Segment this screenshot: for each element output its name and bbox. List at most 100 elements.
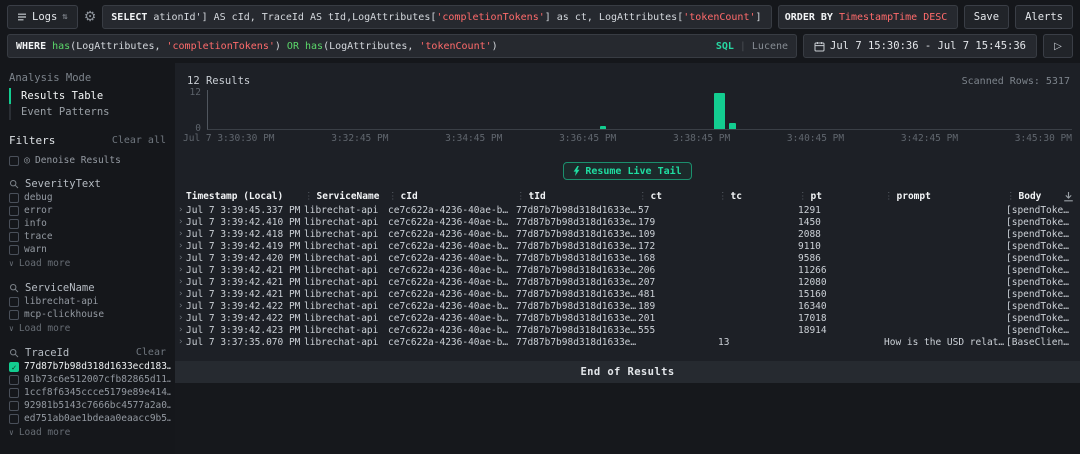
x-axis-tick-label: 3:45:30 PM	[1014, 133, 1072, 144]
checkbox[interactable]: ✓	[9, 361, 19, 372]
column-header-ct[interactable]: ⋮ ct	[638, 191, 718, 202]
lucene-mode-toggle[interactable]: Lucene	[752, 41, 788, 52]
table-row[interactable]: › Jul 7 3:39:42.420 PM librechat-api ce7c62…	[175, 252, 1080, 264]
row-expand-chevron[interactable]: ›	[175, 289, 186, 299]
load-more-link[interactable]: ∨ Load more	[0, 425, 175, 440]
checkbox[interactable]	[9, 387, 19, 398]
cell: Jul 7 3:39:42.421 PM	[186, 288, 301, 300]
row-expand-chevron[interactable]: ›	[175, 205, 186, 215]
row-expand-chevron[interactable]: ›	[175, 229, 186, 239]
analysis-mode-event-patterns[interactable]: Event Patterns	[9, 104, 175, 120]
download-icon[interactable]	[1063, 191, 1074, 202]
cell: librechat-api	[304, 288, 379, 300]
load-more-link[interactable]: ∨ Load more	[0, 321, 175, 336]
analysis-mode-results-table[interactable]: Results Table	[9, 88, 175, 104]
divider: |	[739, 40, 746, 52]
filter-option-label: 92981b5143c7666bc4577a2a0…	[24, 400, 171, 411]
order-by-input[interactable]: ORDER BY TimestampTime DESC	[777, 5, 958, 29]
checkbox[interactable]	[9, 309, 19, 320]
histogram-bar[interactable]	[600, 125, 607, 129]
row-expand-chevron[interactable]: ›	[175, 325, 186, 335]
column-header-pt[interactable]: ⋮ pt	[798, 191, 884, 202]
cell: How is the USD relat…	[884, 336, 1005, 348]
source-selector-button[interactable]: Logs ⇅	[7, 5, 78, 29]
filter-option[interactable]: error	[0, 204, 175, 217]
filter-option[interactable]: librechat-api	[0, 295, 175, 308]
table-row[interactable]: › Jul 7 3:39:45.337 PM librechat-api ce7c62…	[175, 204, 1080, 216]
sql-mode-toggle[interactable]: SQL	[716, 41, 734, 52]
row-expand-chevron[interactable]: ›	[175, 217, 186, 227]
cell: librechat-api	[304, 276, 379, 288]
table-row[interactable]: › Jul 7 3:39:42.419 PM librechat-api ce7c62…	[175, 240, 1080, 252]
cell: 57	[638, 204, 650, 216]
clear-all-filters-link[interactable]: Clear all	[112, 135, 166, 146]
table-row[interactable]: › Jul 7 3:39:42.410 PM librechat-api ce7c62…	[175, 216, 1080, 228]
checkbox[interactable]	[9, 231, 19, 242]
run-query-button[interactable]: ▷	[1043, 34, 1073, 58]
clear-filter-link[interactable]: Clear	[136, 347, 166, 358]
denoise-results-toggle[interactable]: ◎ Denoise Results	[0, 154, 175, 167]
table-row[interactable]: › Jul 7 3:39:42.418 PM librechat-api ce7c62…	[175, 228, 1080, 240]
chevron-down-icon: ∨	[9, 428, 14, 437]
resume-live-tail-button[interactable]: Resume Live Tail	[563, 162, 692, 180]
table-row[interactable]: › Jul 7 3:39:42.423 PM librechat-api ce7c62…	[175, 324, 1080, 336]
save-button[interactable]: Save	[963, 5, 1010, 29]
checkbox[interactable]	[9, 205, 19, 216]
cell: Jul 7 3:37:35.070 PM	[186, 336, 301, 348]
filter-option-label: error	[24, 205, 53, 216]
checkbox[interactable]	[9, 155, 19, 166]
column-header-timestamp-local-[interactable]: Timestamp (Local)	[186, 191, 304, 202]
filter-option[interactable]: warn	[0, 243, 175, 256]
checkbox[interactable]	[9, 374, 19, 385]
row-expand-chevron[interactable]: ›	[175, 253, 186, 263]
where-clause-input[interactable]: WHERE has(LogAttributes, 'completionToke…	[7, 34, 798, 58]
filter-option[interactable]: info	[0, 217, 175, 230]
scanned-rows: Scanned Rows: 5317	[961, 76, 1070, 87]
checkbox[interactable]	[9, 244, 19, 255]
checkbox[interactable]	[9, 192, 19, 203]
x-axis-tick-label: 3:36:45 PM	[559, 133, 617, 144]
time-range-picker[interactable]: Jul 7 15:30:36 - Jul 7 15:45:36	[803, 34, 1037, 58]
filter-option[interactable]: mcp-clickhouse	[0, 308, 175, 321]
filter-option[interactable]: 1ccf8f6345ccce5179e89e414…	[0, 386, 175, 399]
filter-option[interactable]: debug	[0, 191, 175, 204]
checkbox[interactable]	[9, 218, 19, 229]
filter-option[interactable]: ✓ 77d87b7b98d318d1633ecd183…	[0, 360, 175, 373]
cell: 201	[638, 312, 656, 324]
cell: [spendToke…	[1006, 216, 1069, 228]
table-row[interactable]: › Jul 7 3:39:42.422 PM librechat-api ce7c62…	[175, 312, 1080, 324]
table-row[interactable]: › Jul 7 3:39:42.421 PM librechat-api ce7c62…	[175, 288, 1080, 300]
row-expand-chevron[interactable]: ›	[175, 337, 186, 347]
cell: Jul 7 3:39:42.422 PM	[186, 300, 301, 312]
row-expand-chevron[interactable]: ›	[175, 241, 186, 251]
column-header-servicename[interactable]: ⋮ ServiceName	[304, 191, 388, 202]
row-expand-chevron[interactable]: ›	[175, 313, 186, 323]
table-row[interactable]: › Jul 7 3:37:35.070 PM librechat-api ce7c62…	[175, 336, 1080, 348]
filter-option[interactable]: ed751ab0ae1bdeaa0eaacc9b5…	[0, 412, 175, 425]
checkbox[interactable]	[9, 296, 19, 307]
settings-gear-icon[interactable]: ⚙	[84, 10, 97, 24]
alerts-button[interactable]: Alerts	[1015, 5, 1073, 29]
row-expand-chevron[interactable]: ›	[175, 265, 186, 275]
table-row[interactable]: › Jul 7 3:39:42.422 PM librechat-api ce7c62…	[175, 300, 1080, 312]
column-header-prompt[interactable]: ⋮ prompt	[884, 191, 1006, 202]
filter-option[interactable]: trace	[0, 230, 175, 243]
checkbox[interactable]	[9, 400, 19, 411]
column-header-tid[interactable]: ⋮ tId	[516, 191, 638, 202]
checkbox[interactable]	[9, 413, 19, 424]
cell: 179	[638, 216, 656, 228]
column-header-tc[interactable]: ⋮ tc	[718, 191, 798, 202]
table-row[interactable]: › Jul 7 3:39:42.421 PM librechat-api ce7c62…	[175, 276, 1080, 288]
histogram-bar[interactable]	[714, 93, 726, 129]
row-expand-chevron[interactable]: ›	[175, 301, 186, 311]
load-more-link[interactable]: ∨ Load more	[0, 256, 175, 271]
filter-option[interactable]: 92981b5143c7666bc4577a2a0…	[0, 399, 175, 412]
column-header-cid[interactable]: ⋮ cId	[388, 191, 516, 202]
filter-option-label: trace	[24, 231, 53, 242]
filter-option[interactable]: 01b73c6e512007cfb82865d11…	[0, 373, 175, 386]
column-separator: ⋮	[884, 191, 894, 202]
histogram-bar[interactable]	[728, 122, 736, 129]
table-row[interactable]: › Jul 7 3:39:42.421 PM librechat-api ce7c62…	[175, 264, 1080, 276]
select-clause-input[interactable]: SELECT ationId'] AS cId, TraceId AS tId,…	[102, 5, 772, 29]
row-expand-chevron[interactable]: ›	[175, 277, 186, 287]
